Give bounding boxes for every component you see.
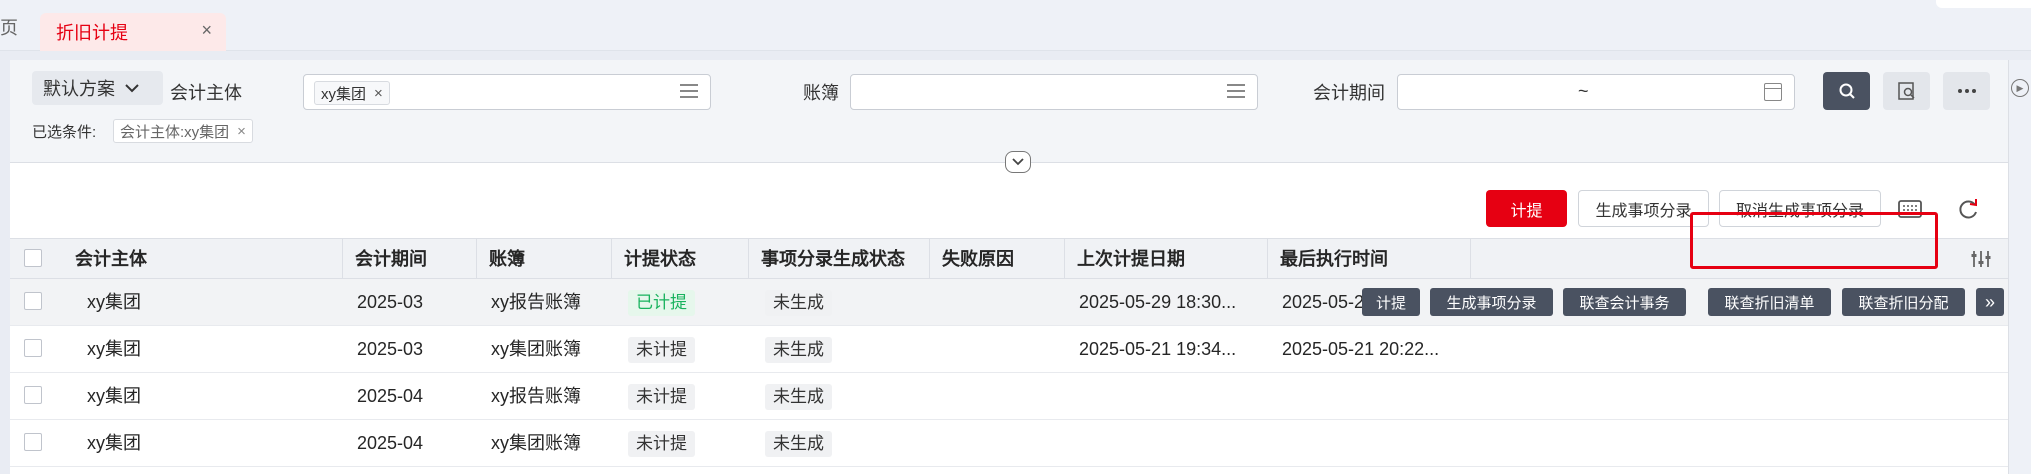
close-icon[interactable]: × [201, 20, 212, 41]
period-range-field[interactable]: ~ [1397, 74, 1795, 110]
search-button[interactable] [1823, 72, 1870, 110]
row-checkbox[interactable] [24, 339, 42, 357]
more-button[interactable] [1943, 72, 1990, 110]
cell-reason [930, 326, 1065, 372]
range-separator: ~ [1578, 81, 1589, 101]
status-badge: 未计提 [628, 431, 695, 458]
column-header[interactable]: 事项分录生成状态 [749, 239, 930, 279]
main-panel: 默认方案 会计主体 xy集团 × 账簿 会计期间 ~ 已选条件: 会计主体:xy… [10, 60, 2008, 474]
close-icon[interactable]: × [237, 123, 246, 140]
status-badge: 未生成 [765, 431, 832, 458]
column-settings-icon[interactable] [1970, 249, 1992, 274]
status-badge: 未生成 [765, 337, 832, 364]
column-header[interactable]: 账簿 [477, 239, 612, 279]
status-badge: 未计提 [628, 384, 695, 411]
book-label: 账簿 [803, 83, 839, 103]
calendar-icon[interactable] [1764, 83, 1782, 101]
tab-depreciation[interactable]: 折旧计提 × [40, 13, 226, 51]
advanced-search-button[interactable] [1883, 72, 1930, 110]
table-row[interactable]: xy集团 2025-04 xy集团账簿 未计提 未生成 [10, 420, 2008, 467]
row-checkbox[interactable] [24, 386, 42, 404]
cell-last-exec [1270, 420, 1471, 466]
chevron-down-icon [125, 80, 139, 96]
cell-gen-status: 未生成 [753, 373, 930, 419]
entity-tag: xy集团 × [314, 81, 390, 105]
period-label: 会计期间 [1313, 83, 1385, 103]
advanced-search-icon [1897, 82, 1915, 100]
cell-book: xy集团账簿 [491, 433, 581, 453]
cell-last-date: 2025-05-21 19:34... [1079, 339, 1237, 359]
column-header[interactable]: 计提状态 [612, 239, 749, 279]
column-header[interactable]: 失败原因 [930, 239, 1065, 279]
column-header[interactable]: 最后执行时间 [1268, 239, 1471, 279]
row-query-transaction-button[interactable]: 联查会计事务 [1563, 288, 1686, 316]
book-field[interactable] [850, 74, 1258, 110]
cell-last-exec: 2025-05-21 20:22... [1282, 339, 1440, 359]
expand-filter-button[interactable] [1005, 151, 1031, 173]
status-badge: 未计提 [628, 337, 695, 364]
table-row[interactable]: xy集团 2025-03 xy报告账簿 已计提 未生成 2025-05-29 1… [10, 279, 2008, 326]
cell-period: 2025-04 [357, 386, 424, 406]
cell-period: 2025-03 [357, 339, 424, 359]
filter-bar: 默认方案 会计主体 xy集团 × 账簿 会计期间 ~ 已选条件: 会计主体:xy… [10, 60, 2008, 163]
scheme-dropdown[interactable]: 默认方案 [32, 71, 163, 105]
table-header: 会计主体 会计期间 账簿 计提状态 事项分录生成状态 失败原因 上次计提日期 最… [10, 238, 2008, 279]
chosen-condition-text: 会计主体:xy集团 [120, 123, 230, 141]
refresh-icon[interactable] [1954, 195, 1982, 223]
cell-status: 未计提 [616, 373, 749, 419]
accrue-button[interactable]: 计提 [1486, 190, 1567, 227]
cell-book: xy报告账簿 [491, 386, 581, 406]
window-edge [1936, 0, 2031, 8]
cancel-generate-button[interactable]: 取消生成事项分录 [1719, 190, 1881, 227]
side-panel-toggle[interactable]: ▶ [2008, 60, 2031, 474]
cell-status: 未计提 [616, 420, 749, 466]
table-row[interactable]: xy集团 2025-03 xy集团账簿 未计提 未生成 2025-05-21 1… [10, 326, 2008, 373]
row-accrue-button[interactable]: 计提 [1362, 288, 1420, 316]
more-icon [1957, 89, 1976, 93]
tab-bar: 页 折旧计提 × [0, 0, 2031, 51]
cell-last-date [1067, 373, 1268, 419]
cell-book: xy集团账簿 [491, 339, 581, 359]
cell-reason [930, 420, 1065, 466]
list-icon[interactable] [1227, 84, 1245, 100]
chevron-down-icon [1012, 158, 1024, 166]
cell-period: 2025-04 [357, 433, 424, 453]
column-header[interactable]: 会计期间 [343, 239, 477, 279]
row-operations: 计提 生成事项分录 联查会计事务 联查折旧清单 联查折旧分配 » [10, 279, 2008, 325]
scheme-label: 默认方案 [43, 79, 115, 99]
more-ops-button[interactable]: » [1976, 288, 2004, 316]
cell-entity: xy集团 [87, 386, 141, 406]
cell-last-exec [1270, 373, 1471, 419]
close-icon[interactable]: × [374, 85, 383, 102]
row-query-depreciation-allocation-button[interactable]: 联查折旧分配 [1842, 288, 1965, 316]
cell-gen-status: 未生成 [753, 420, 930, 466]
cell-status: 未计提 [616, 326, 749, 372]
search-icon [1839, 83, 1855, 99]
cell-entity: xy集团 [87, 339, 141, 359]
cell-gen-status: 未生成 [753, 326, 930, 372]
entity-label: 会计主体 [170, 83, 242, 103]
tab-label: 折旧计提 [56, 23, 128, 43]
cell-entity: xy集团 [87, 433, 141, 453]
column-header[interactable]: 会计主体 [63, 239, 343, 279]
entity-tag-label: xy集团 [321, 85, 367, 103]
row-generate-button[interactable]: 生成事项分录 [1430, 288, 1553, 316]
column-header[interactable]: 上次计提日期 [1065, 239, 1268, 279]
cell-reason [930, 373, 1065, 419]
keyboard-icon[interactable] [1896, 195, 1924, 223]
chosen-condition-tag: 会计主体:xy集团 × [113, 119, 253, 143]
row-checkbox[interactable] [24, 433, 42, 451]
play-icon: ▶ [2011, 79, 2029, 97]
table-row[interactable]: xy集团 2025-04 xy报告账簿 未计提 未生成 [10, 373, 2008, 420]
chosen-conditions-label: 已选条件: [32, 124, 97, 141]
entity-field[interactable]: xy集团 × [303, 74, 711, 110]
cell-last-date [1067, 420, 1268, 466]
list-icon[interactable] [680, 84, 698, 100]
status-badge: 未生成 [765, 384, 832, 411]
select-all-checkbox[interactable] [24, 249, 42, 267]
tab-prev-label[interactable]: 页 [0, 14, 18, 40]
row-query-depreciation-list-button[interactable]: 联查折旧清单 [1708, 288, 1831, 316]
generate-entries-button[interactable]: 生成事项分录 [1578, 190, 1709, 227]
